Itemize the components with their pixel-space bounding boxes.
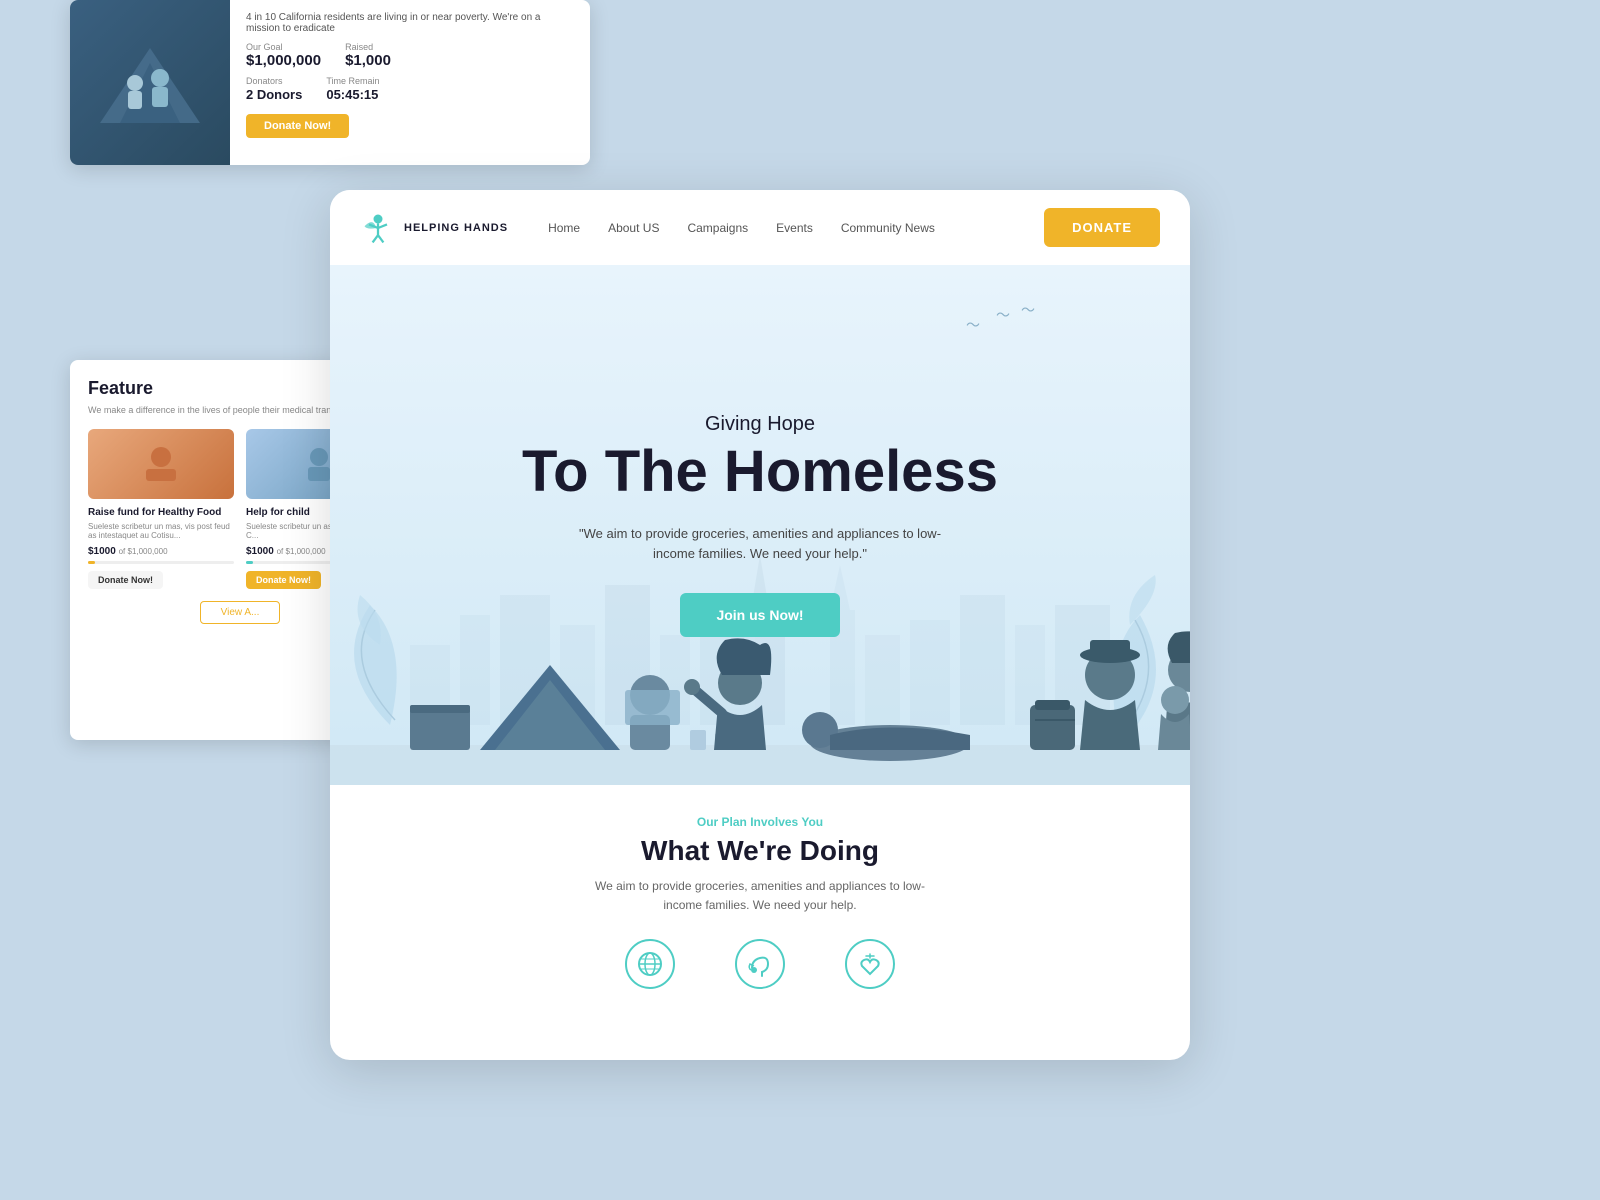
logo-text: HELPING HANDS (404, 222, 508, 234)
donors-value: 2 Donors (246, 87, 302, 102)
global-icon-circle (625, 939, 675, 989)
hero-description: "We aim to provide groceries, amenities … (560, 524, 960, 566)
nav-links: Home About US Campaigns Events Community… (548, 221, 1044, 235)
logo-icon (360, 210, 396, 246)
nav-events[interactable]: Events (776, 221, 813, 235)
donors-stat: Donators 2 Donors (246, 76, 302, 104)
plan-icons-row (370, 939, 1150, 989)
plan-section: Our Plan Involves You What We're Doing W… (330, 785, 1190, 1019)
raised-value: $1,000 (345, 52, 391, 69)
help-icon-circle (735, 939, 785, 989)
view-more-button[interactable]: View A... (200, 601, 281, 624)
main-card: HELPING HANDS Home About US Campaigns Ev… (330, 190, 1190, 1060)
hero-section: 〜 〜 〜 Giving Hope To The Homeless "We (330, 265, 1190, 785)
goal-stat: Our Goal $1,000,000 (246, 42, 321, 70)
donate-food-button[interactable]: Donate Now! (88, 571, 163, 589)
navbar-donate-button[interactable]: DONATE (1044, 208, 1160, 247)
plan-icon-help (735, 939, 785, 989)
logo-name: HELPING HANDS (404, 222, 508, 234)
donation-card-content: 4 in 10 California residents are living … (230, 0, 590, 165)
join-now-button[interactable]: Join us Now! (680, 593, 839, 637)
donation-meta: Donators 2 Donors Time Remain 05:45:15 (246, 76, 574, 104)
goal-value: $1,000,000 (246, 52, 321, 69)
donors-label: Donators (246, 76, 302, 86)
nav-campaigns[interactable]: Campaigns (687, 221, 748, 235)
donate-now-button[interactable]: Donate Now! (246, 114, 349, 138)
featured-item-food-desc: Sueleste scribetur un mas, vis post feud… (88, 522, 234, 540)
raised-label: Raised (345, 42, 391, 52)
hero-content: Giving Hope To The Homeless "We aim to p… (502, 393, 1018, 657)
time-value: 05:45:15 (326, 87, 378, 102)
hero-subtitle: Giving Hope (522, 413, 998, 436)
plan-accent: Our Plan Involves You (370, 815, 1150, 829)
bird-3: 〜 (1021, 300, 1035, 320)
nav-about[interactable]: About US (608, 221, 659, 235)
plan-icon-global (625, 939, 675, 989)
hero-title: To The Homeless (522, 440, 998, 504)
bird-1: 〜 (996, 305, 1010, 325)
donation-card: 4 in 10 California residents are living … (70, 0, 590, 165)
time-stat: Time Remain 05:45:15 (326, 76, 379, 104)
plan-icon-donate (845, 939, 895, 989)
featured-item-food-amount: $1000 of $1,000,000 (88, 546, 234, 557)
time-label: Time Remain (326, 76, 379, 86)
nav-home[interactable]: Home (548, 221, 580, 235)
donate-child-button[interactable]: Donate Now! (246, 571, 321, 589)
raised-stat: Raised $1,000 (345, 42, 391, 70)
donate-icon-circle (845, 939, 895, 989)
donation-stats: Our Goal $1,000,000 Raised $1,000 (246, 42, 574, 70)
plan-description: We aim to provide groceries, amenities a… (590, 877, 930, 915)
featured-item-food-title: Raise fund for Healthy Food (88, 507, 234, 518)
nav-community-news[interactable]: Community News (841, 221, 935, 235)
plan-title: What We're Doing (370, 835, 1150, 867)
donation-tagline: 4 in 10 California residents are living … (246, 12, 574, 34)
bird-2: 〜 (966, 315, 980, 335)
featured-item-food-image (88, 429, 234, 499)
navbar: HELPING HANDS Home About US Campaigns Ev… (330, 190, 1190, 265)
featured-item-food: Raise fund for Healthy Food Sueleste scr… (88, 429, 234, 589)
donation-card-image (70, 0, 230, 165)
goal-label: Our Goal (246, 42, 321, 52)
logo: HELPING HANDS (360, 210, 508, 246)
